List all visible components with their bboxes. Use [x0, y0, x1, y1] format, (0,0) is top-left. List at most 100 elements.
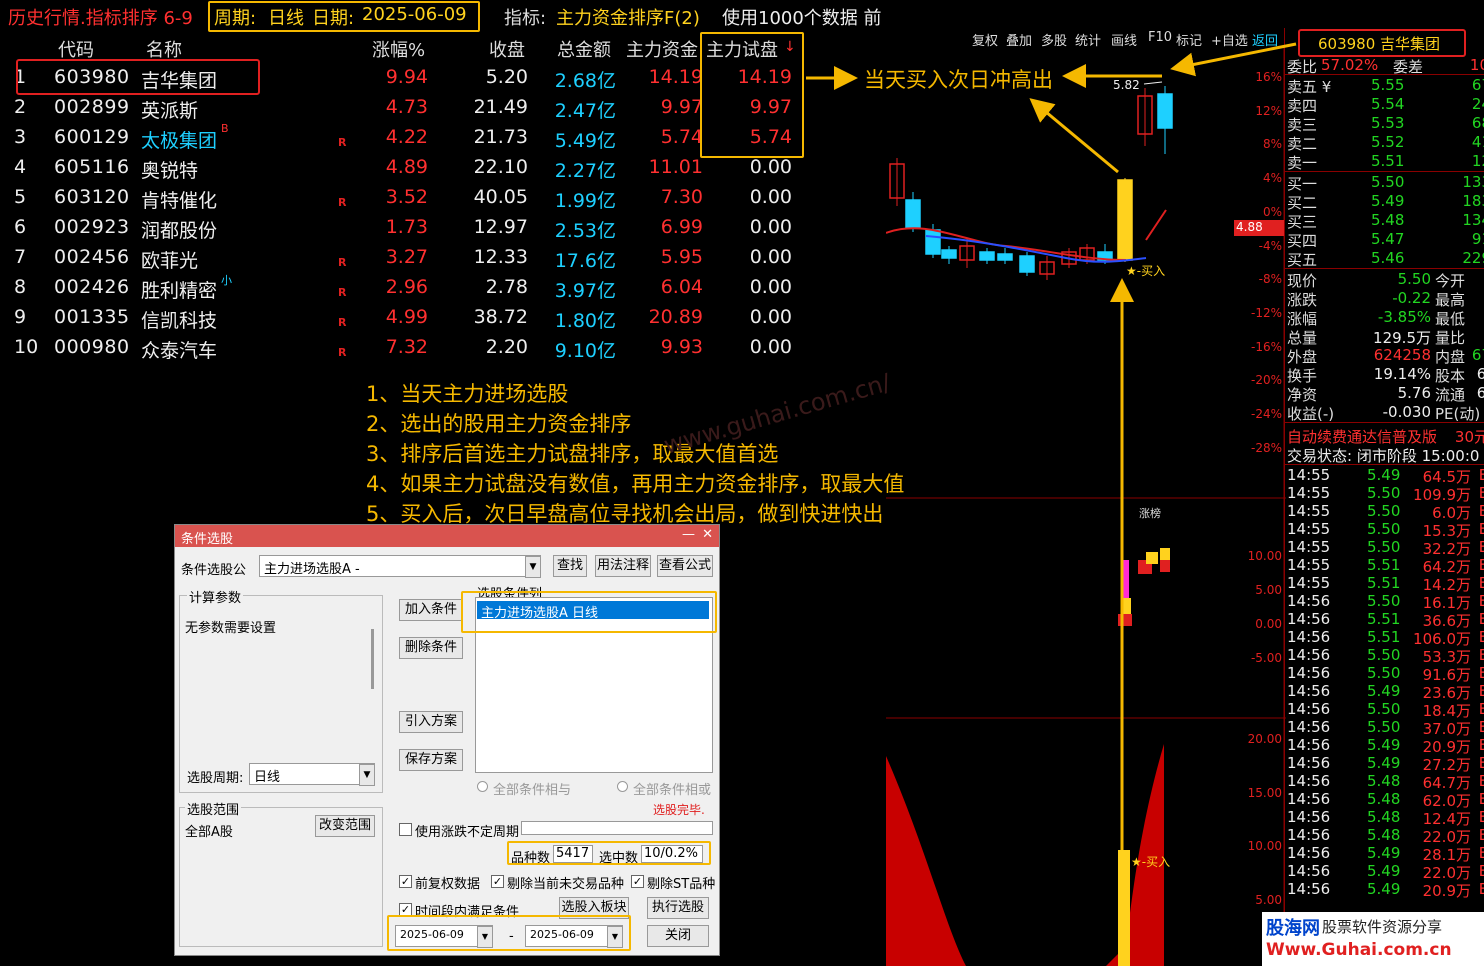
bid-row: 买四 5.47 91 [1287, 230, 1484, 250]
total-amount: 1.99亿 [554, 190, 616, 212]
table-row[interactable]: 3 600129 太极集团 R 4.22 21.73 5.49亿 5.74 5.74 B [0, 122, 800, 154]
main-trial: 0.00 [749, 336, 792, 358]
table-row[interactable]: 4 605116 奥锐特 4.89 22.10 2.27亿 11.01 0.00 [0, 154, 800, 184]
fq-checkbox[interactable]: ✓ [399, 875, 412, 888]
exclude-st-checkbox[interactable]: ✓ [631, 875, 644, 888]
tick-row: 14:56 5.50 18.4万 B [1287, 700, 1484, 720]
ma-red-tail [1145, 209, 1167, 241]
table-row[interactable]: 7 002456 欧菲光 R 3.27 12.33 17.6亿 5.95 0.00 [0, 244, 800, 274]
save-plan-button[interactable]: 保存方案 [399, 749, 463, 771]
toolbar-fuquan[interactable]: 复权 [972, 30, 998, 49]
tick-price: 5.50 [1367, 538, 1401, 556]
bid-row: 买五 5.46 229 [1287, 249, 1484, 269]
col-pct[interactable]: 涨幅% [372, 36, 425, 62]
main-trial: 0.00 [749, 216, 792, 238]
and-radio[interactable] [477, 781, 488, 792]
weibi-value: 57.02% [1321, 56, 1379, 74]
table-row[interactable]: 10 000980 众泰汽车 R 7.32 2.20 9.10亿 9.93 0.00 [0, 334, 800, 364]
period-select[interactable]: 日线 [249, 763, 375, 785]
buy-label-top: ★-买入 [1126, 264, 1166, 278]
period-dropdown-icon[interactable]: ▼ [359, 764, 375, 786]
exclude-checkbox[interactable]: ✓ [491, 875, 504, 888]
stat-row: 涨幅 -3.85% 最低 [1287, 308, 1484, 328]
done-text: 选股完毕. [653, 803, 705, 817]
import-plan-button[interactable]: 引入方案 [399, 711, 463, 733]
close-icon[interactable]: ✕ [702, 527, 713, 542]
close-price: 12.33 [473, 246, 528, 268]
tick-row: 14:56 5.49 28.1万 B [1287, 844, 1484, 864]
table-row[interactable]: 6 002923 润都股份 1.73 12.97 2.53亿 6.99 0.00 [0, 214, 800, 244]
tick-price: 5.49 [1367, 880, 1401, 898]
tick-side: B [1478, 700, 1484, 718]
tick-time: 14:55 [1287, 502, 1331, 520]
col-close[interactable]: 收盘 [489, 36, 525, 62]
indicator-value[interactable]: 主力资金排序F(2) [556, 4, 700, 30]
low-axis-label: 20.00 [1247, 732, 1282, 746]
tick-price: 5.50 [1367, 484, 1401, 502]
bid-label: 买三 [1287, 213, 1318, 231]
toolbar-biaoji[interactable]: 标记 [1176, 30, 1202, 49]
row-index: 10 [14, 336, 39, 358]
tick-row: 14:56 5.51 36.6万 B [1287, 610, 1484, 630]
view-formula-button[interactable]: 查看公式 [657, 555, 713, 577]
tick-price: 5.48 [1367, 808, 1401, 826]
mid-bar-red [1160, 560, 1170, 572]
zd-input[interactable] [521, 821, 713, 835]
stat-label2: 最高 [1435, 291, 1466, 309]
usage-button[interactable]: 用法注释 [595, 555, 651, 577]
toolbar-f10[interactable]: F10 [1148, 30, 1172, 45]
tick-side: B [1478, 682, 1484, 700]
tick-time: 14:55 [1287, 484, 1331, 502]
stat-value: 624258 [1373, 346, 1431, 364]
table-row[interactable]: 5 603120 肯特催化 R 3.52 40.05 1.99亿 7.30 0.00 [0, 184, 800, 214]
toolbar-tongji[interactable]: 统计 [1075, 30, 1101, 49]
toolbar-duogu[interactable]: 多股 [1041, 30, 1067, 49]
params-scrollbar[interactable] [371, 629, 374, 689]
change-pct: 1.73 [385, 216, 428, 238]
close-button[interactable]: 关闭 [647, 925, 709, 947]
kline-chart[interactable] [886, 28, 1286, 966]
toolbar-back[interactable]: 返回 [1252, 30, 1278, 49]
formula-dropdown-icon[interactable]: ▼ [525, 556, 541, 578]
find-button[interactable]: 查找 [553, 555, 587, 577]
tick-time: 14:56 [1287, 592, 1331, 610]
ask-label: 卖一 [1287, 154, 1318, 172]
tick-time: 14:56 [1287, 610, 1331, 628]
tick-side: B [1478, 664, 1484, 682]
minimize-icon[interactable]: — [682, 527, 695, 542]
toolbar-huaxian[interactable]: 画线 [1111, 30, 1137, 49]
tick-row: 14:56 5.51 106.0万 B [1287, 628, 1484, 648]
table-row[interactable]: 9 001335 信凯科技 R 4.99 38.72 1.80亿 20.89 0.00 [0, 304, 800, 334]
tick-price: 5.48 [1367, 790, 1401, 808]
tick-time: 14:56 [1287, 664, 1331, 682]
tick-time: 14:55 [1287, 556, 1331, 574]
col-amount[interactable]: 总金额 [557, 36, 611, 62]
ask-price: 5.55 [1371, 76, 1405, 94]
tick-side: B [1478, 844, 1484, 862]
candle-body [979, 251, 995, 261]
use-zd-checkbox[interactable] [399, 823, 412, 836]
price-marker: 4.88 [1234, 220, 1284, 236]
stock-name: 胜利精密 [141, 280, 218, 302]
table-row[interactable]: 8 002426 胜利精密 R 2.96 2.78 3.97亿 6.04 0.00 小 [0, 274, 800, 304]
stat-label: 换手 [1287, 367, 1318, 385]
divider [1285, 422, 1484, 423]
bid-vol: 91 [1471, 230, 1484, 248]
tick-row: 14:55 5.50 6.0万 B [1287, 502, 1484, 522]
table-row[interactable]: 2 002899 英派斯 4.73 21.49 2.47亿 9.97 9.97 [0, 94, 800, 124]
or-radio[interactable] [617, 781, 628, 792]
stock-code: 600129 [54, 126, 130, 148]
col-zl[interactable]: 主力资金 [626, 36, 698, 62]
delete-condition-button[interactable]: 删除条件 [399, 637, 463, 659]
tick-row: 14:55 5.51 14.2万 B [1287, 574, 1484, 594]
tick-row: 14:56 5.48 12.4万 B [1287, 808, 1484, 828]
formula-select[interactable]: 主力进场选股A - [259, 555, 541, 577]
ask-price: 5.54 [1371, 95, 1405, 113]
toolbar-diejia[interactable]: 叠加 [1006, 30, 1032, 49]
toolbar-add-favorite[interactable]: +自选 [1211, 30, 1248, 49]
stock-title-highlight [1298, 29, 1466, 57]
add-condition-button[interactable]: 加入条件 [399, 599, 463, 621]
tick-time: 14:56 [1287, 790, 1331, 808]
change-range-button[interactable]: 改变范围 [315, 815, 375, 837]
run-button[interactable]: 执行选股 [647, 897, 709, 919]
